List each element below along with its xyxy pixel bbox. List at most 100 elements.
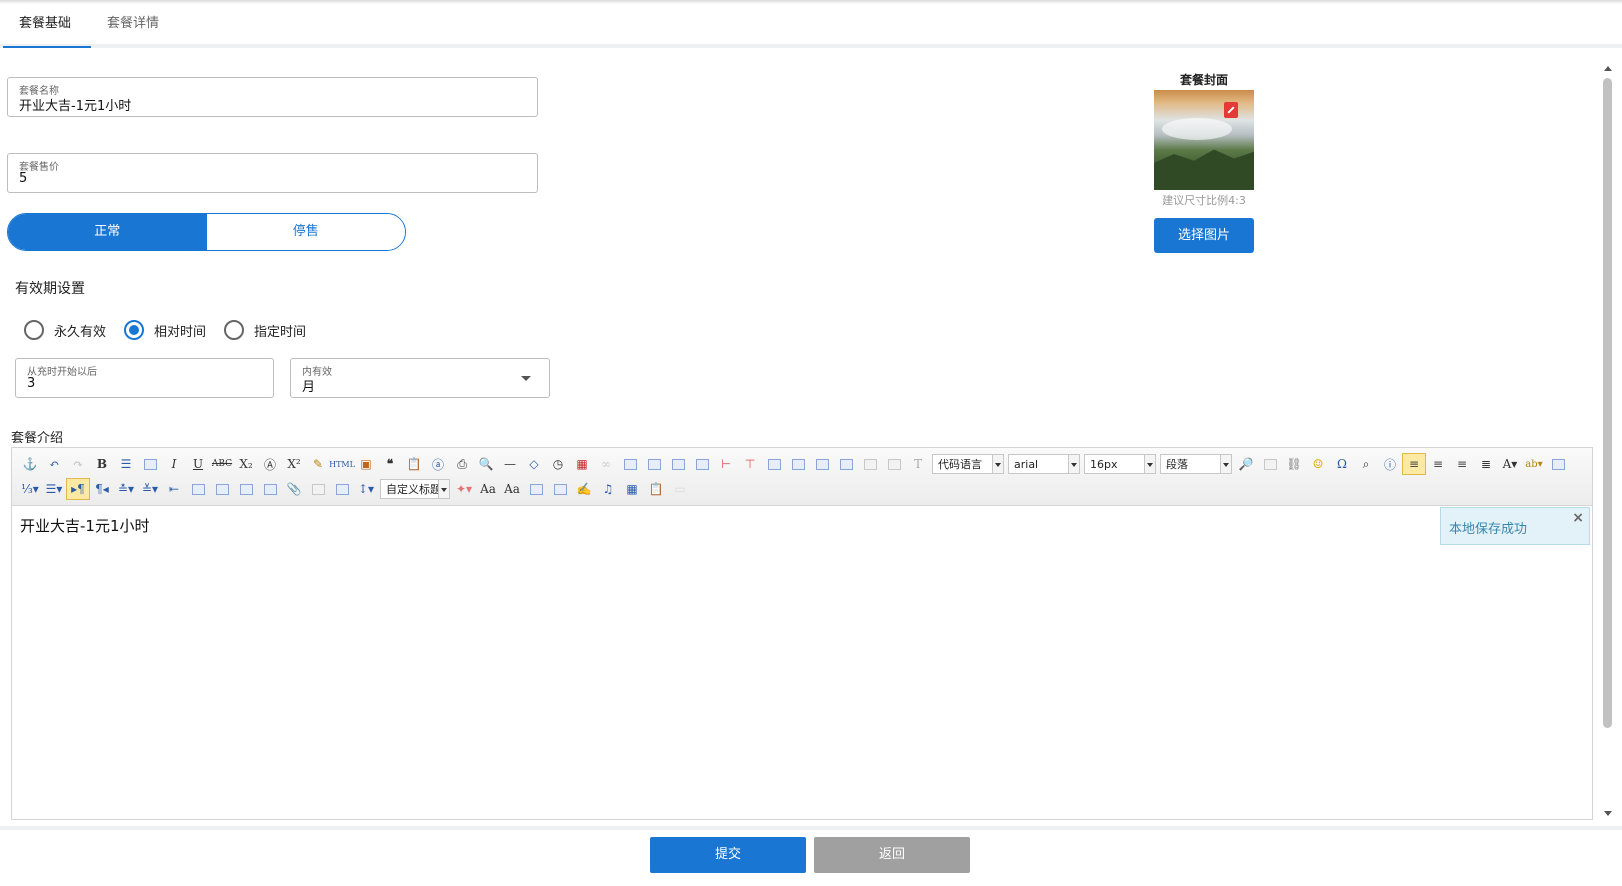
anchor-icon[interactable]: ⚓ <box>18 453 42 475</box>
ltr-icon[interactable]: ▸¶ <box>66 478 90 500</box>
page-break-icon[interactable] <box>306 478 330 500</box>
validity-from-value[interactable]: 3 <box>27 376 35 391</box>
insert-paragraph-icon[interactable]: ⇤ <box>162 478 186 500</box>
subscript-icon[interactable]: X₂ <box>234 453 258 475</box>
table-b-icon[interactable] <box>786 453 810 475</box>
merge-cells-icon[interactable] <box>666 453 690 475</box>
table-c-icon[interactable] <box>810 453 834 475</box>
font-family-select[interactable]: arial <box>1008 454 1080 474</box>
lowercase-icon[interactable]: Aa <box>500 478 524 500</box>
print-icon[interactable]: ⎙ <box>450 453 474 475</box>
scroll-thumb[interactable] <box>1603 78 1612 728</box>
image-float-left-icon[interactable] <box>210 478 234 500</box>
image-icon[interactable]: ▣ <box>354 453 378 475</box>
split-row-icon[interactable]: ⊢ <box>714 453 738 475</box>
align-center-icon[interactable]: ≡ <box>1450 453 1474 475</box>
align-right-icon[interactable]: ≡ <box>1426 453 1450 475</box>
text-direction-icon[interactable]: T <box>906 453 930 475</box>
special-char-icon[interactable]: Ω <box>1330 453 1354 475</box>
template-icon[interactable] <box>548 478 572 500</box>
paste-icon[interactable]: 📋 <box>402 453 426 475</box>
uppercase-icon[interactable]: Aa <box>476 478 500 500</box>
table-a-icon[interactable] <box>762 453 786 475</box>
paste-plain-icon[interactable]: 📋 <box>644 478 668 500</box>
font-size-select[interactable]: 16px <box>1084 454 1156 474</box>
italic-icon[interactable]: I <box>162 453 186 475</box>
underline-icon[interactable]: U <box>186 453 210 475</box>
time-icon[interactable]: ◷ <box>546 453 570 475</box>
validity-unit-select[interactable]: 内有效 月 <box>290 358 550 398</box>
chevron-down-icon[interactable] <box>521 376 531 381</box>
insert-col-icon[interactable] <box>642 453 666 475</box>
table-e-icon[interactable] <box>858 453 882 475</box>
tab-package-detail[interactable]: 套餐详情 <box>91 14 175 48</box>
back-button[interactable]: 返回 <box>814 837 970 873</box>
horizontal-rule-icon[interactable]: — <box>498 453 522 475</box>
ordered-list-icon[interactable]: ⅓▾ <box>18 478 42 500</box>
custom-heading-select[interactable]: 自定义标题 <box>380 479 450 499</box>
scroll-down-icon[interactable] <box>1604 811 1612 816</box>
font-color-icon[interactable]: A▾ <box>1498 453 1522 475</box>
insert-table-icon[interactable]: ▦ <box>620 478 644 500</box>
delete-icon[interactable] <box>1224 102 1238 118</box>
tab-package-basic[interactable]: 套餐基础 <box>3 14 91 48</box>
submit-button[interactable]: 提交 <box>650 837 806 873</box>
superscript-icon[interactable]: X² <box>282 453 306 475</box>
text-icon[interactable]: ⓐ <box>426 453 450 475</box>
redo-icon[interactable]: ↷ <box>66 453 90 475</box>
image-gray-icon[interactable] <box>1258 453 1282 475</box>
align-left-icon[interactable]: ≡ <box>1402 453 1426 475</box>
radio-relative-time[interactable]: 相对时间 <box>124 320 206 340</box>
html-icon[interactable]: HTML <box>329 453 355 475</box>
rtl-icon[interactable]: ¶◂ <box>90 478 114 500</box>
image-float-center-icon[interactable] <box>234 478 258 500</box>
page-icon[interactable] <box>882 453 906 475</box>
multi-image-icon[interactable] <box>524 478 548 500</box>
table-d-icon[interactable] <box>834 453 858 475</box>
line-height-icon[interactable]: ↕▾ <box>354 478 378 500</box>
scroll-up-icon[interactable] <box>1604 66 1612 71</box>
bold-icon[interactable]: B <box>90 453 114 475</box>
word-image-icon[interactable] <box>330 478 354 500</box>
format-brush-icon[interactable]: ✎ <box>306 453 330 475</box>
background-color-icon[interactable]: ab▾ <box>1522 453 1546 475</box>
page-scrollbar[interactable] <box>1599 62 1617 820</box>
image-float-right-icon[interactable] <box>258 478 282 500</box>
help-icon[interactable]: ⓘ <box>1378 453 1402 475</box>
eraser-icon[interactable]: ◇ <box>522 453 546 475</box>
package-name-field[interactable]: 套餐名称 开业大吉-1元1小时 <box>7 77 538 117</box>
radio-permanent[interactable]: 永久有效 <box>24 320 106 340</box>
radio-permanent-circle[interactable] <box>24 320 44 340</box>
close-icon[interactable]: × <box>1572 510 1584 526</box>
editor-content[interactable]: 开业大吉-1元1小时 <box>20 515 150 536</box>
paragraph-select[interactable]: 段落 <box>1160 454 1232 474</box>
row-spacing-bottom-icon[interactable]: ≚▾ <box>138 478 162 500</box>
validity-from-field[interactable]: 从充时开始以后 3 <box>15 358 274 398</box>
font-border-icon[interactable]: Ⓐ <box>258 453 282 475</box>
radio-specified-time[interactable]: 指定时间 <box>224 320 306 340</box>
radio-relative-time-circle[interactable] <box>124 320 145 340</box>
unordered-list-icon[interactable]: ☰▾ <box>42 478 66 500</box>
drafts-icon[interactable]: ▭ <box>668 478 692 500</box>
link-icon[interactable]: ⛓ <box>1282 453 1306 475</box>
package-price-value[interactable]: 5 <box>19 171 27 186</box>
validity-unit-value[interactable]: 月 <box>302 376 315 395</box>
search-replace-icon[interactable]: 🔎 <box>1234 453 1258 475</box>
emotion-icon[interactable]: ☺ <box>1306 453 1330 475</box>
fullscreen-icon[interactable] <box>1546 453 1570 475</box>
select-image-button[interactable]: 选择图片 <box>1154 218 1254 253</box>
image-float-none-icon[interactable] <box>186 478 210 500</box>
undo-icon[interactable]: ↶ <box>42 453 66 475</box>
music-icon[interactable]: ♫ <box>596 478 620 500</box>
autotype-icon[interactable]: ✦▾ <box>452 478 476 500</box>
preview-icon[interactable]: 🔍 <box>474 453 498 475</box>
find-icon[interactable]: ⌕ <box>1354 453 1378 475</box>
unlink-icon[interactable]: ∞ <box>594 453 618 475</box>
package-price-field[interactable]: 套餐售价 5 <box>7 153 538 193</box>
status-normal-button[interactable]: 正常 <box>8 214 207 250</box>
split-col-icon[interactable]: ⊤ <box>738 453 762 475</box>
blockquote-icon[interactable]: ❝ <box>378 453 402 475</box>
row-spacing-top-icon[interactable]: ≛▾ <box>114 478 138 500</box>
insert-row-icon[interactable] <box>618 453 642 475</box>
format-icon[interactable] <box>138 453 162 475</box>
